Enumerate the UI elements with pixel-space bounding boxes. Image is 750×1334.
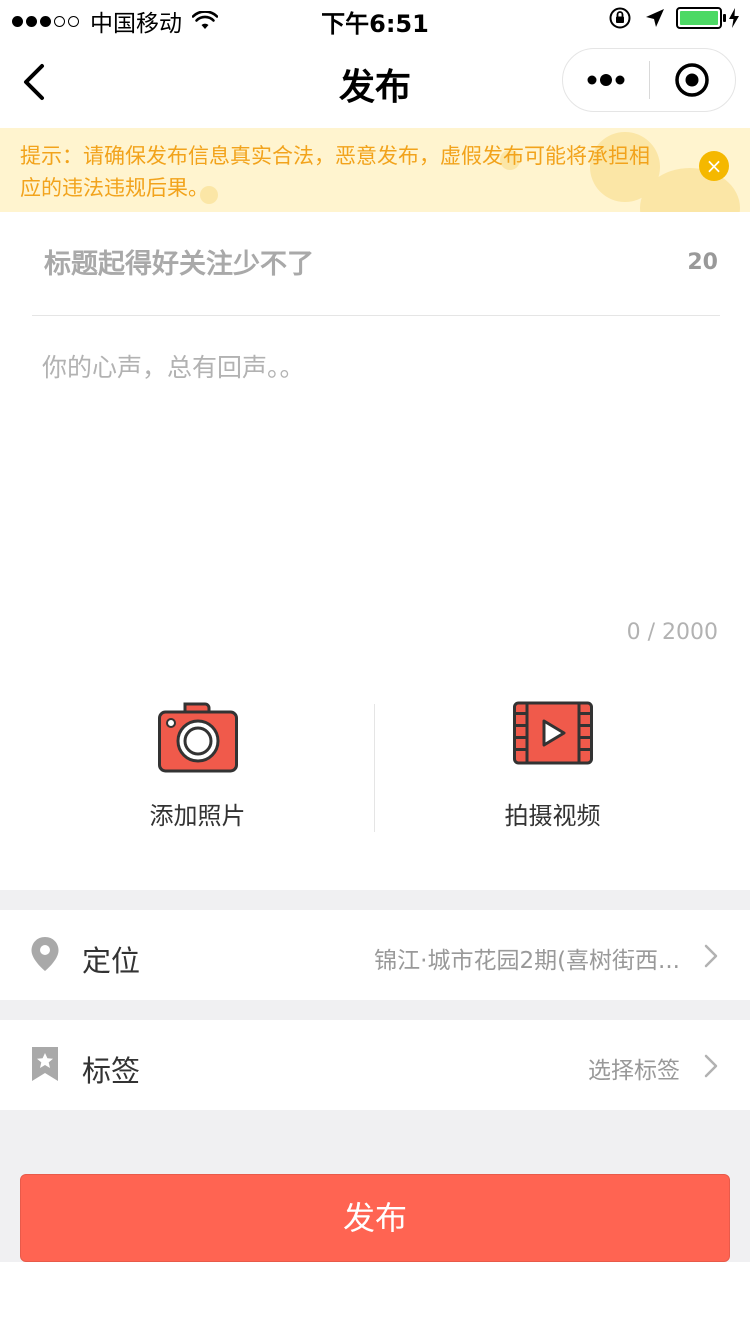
title-input[interactable] — [42, 242, 602, 286]
bookmark-icon — [32, 1047, 58, 1081]
notice-close-button[interactable]: × — [699, 151, 729, 181]
record-video-button[interactable]: 拍摄视频 — [365, 700, 740, 834]
notice-banner: 提示：请确保发布信息真实合法，恶意发布，虚假发布可能将承担相应的违法违规后果。 — [0, 128, 750, 212]
close-miniprogram-button[interactable] — [650, 49, 736, 111]
section-gap — [0, 1000, 750, 1020]
battery-icon — [676, 7, 726, 29]
location-row[interactable]: 定位 锦江·城市花园2期(喜树街西... — [0, 910, 750, 1000]
chevron-right-icon — [704, 944, 718, 968]
target-icon — [675, 63, 709, 97]
camera-icon — [157, 702, 238, 773]
tags-row[interactable]: 标签 选择标签 — [0, 1020, 750, 1110]
add-photo-label: 添加照片 — [149, 802, 246, 830]
video-icon — [512, 701, 593, 765]
media-row: 添加照片 拍摄视频 — [0, 700, 750, 834]
charging-icon — [729, 8, 739, 28]
battery-fill — [680, 11, 718, 25]
status-bar: 中国移动 下午6:51 — [0, 0, 750, 40]
more-dots-icon — [587, 74, 625, 86]
section-gap — [0, 890, 750, 910]
orientation-lock-icon — [609, 7, 631, 29]
map-pin-icon — [31, 937, 59, 971]
content-char-counter: 0 / 2000 — [626, 620, 718, 645]
title-row: 20 — [32, 212, 720, 316]
notice-text: 提示：请确保发布信息真实合法，恶意发布，虚假发布可能将承担相应的违法违规后果。 — [20, 144, 650, 200]
record-video-label: 拍摄视频 — [504, 802, 601, 830]
content-textarea[interactable] — [40, 346, 710, 596]
publish-button[interactable]: 发布 — [20, 1174, 730, 1262]
status-right — [608, 6, 740, 30]
more-button[interactable] — [563, 49, 649, 111]
chevron-right-icon — [704, 1054, 718, 1078]
nav-bar: 发布 — [0, 40, 750, 128]
tags-label: 标签 — [82, 1054, 141, 1088]
capsule-menu — [562, 48, 736, 112]
title-char-counter: 20 — [687, 250, 718, 275]
tags-value: 选择标签 — [588, 1058, 680, 1084]
add-photo-button[interactable]: 添加照片 — [10, 700, 385, 834]
location-arrow-icon — [646, 9, 664, 27]
location-value: 锦江·城市花园2期(喜树街西... — [374, 948, 680, 974]
location-label: 定位 — [82, 944, 141, 978]
